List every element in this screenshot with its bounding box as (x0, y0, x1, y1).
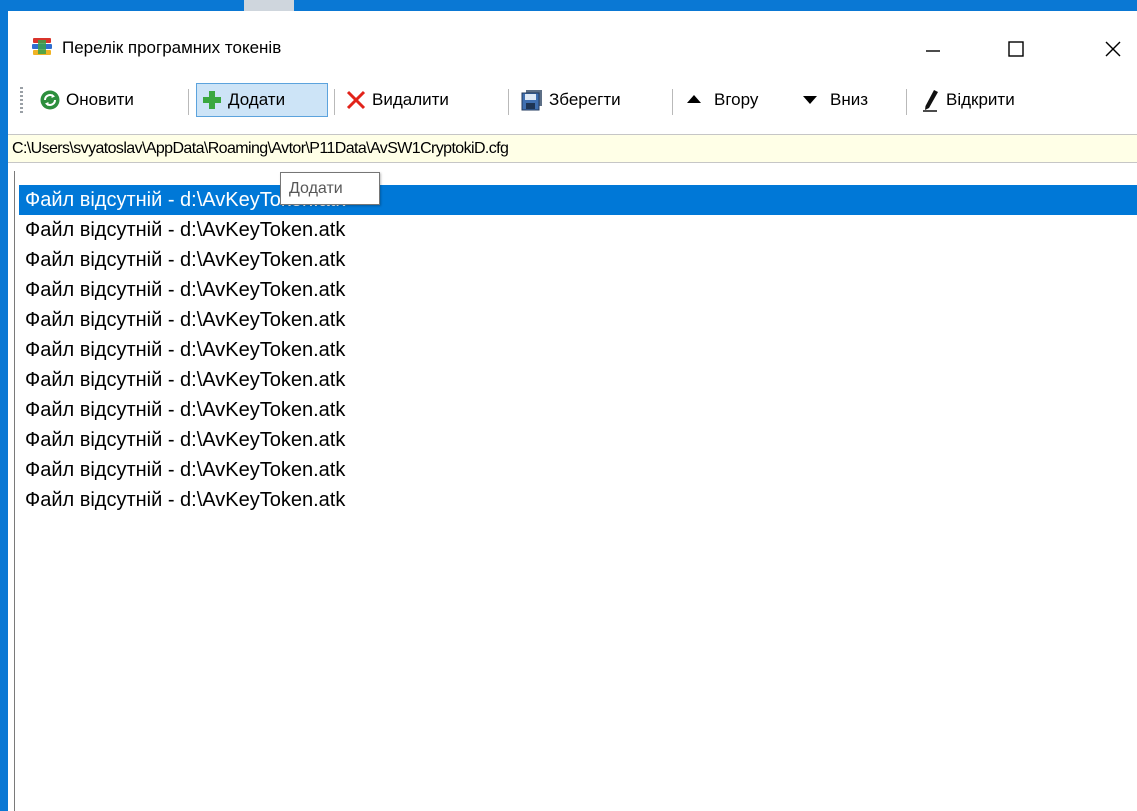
list-item[interactable]: Файл відсутній - d:\AvKeyToken.atk (19, 275, 1137, 305)
open-button[interactable]: Відкрити (916, 83, 1058, 117)
title-bar[interactable]: Перелік програмних токенів (8, 11, 1137, 73)
save-label: Зберегти (549, 90, 621, 109)
list-item[interactable]: Файл відсутній - d:\AvKeyToken.atk (19, 455, 1137, 485)
list-item[interactable]: Файл відсутній - d:\AvKeyToken.atk (19, 305, 1137, 335)
background-window-edge (244, 0, 294, 11)
delete-x-icon (346, 90, 366, 110)
toolbar-separator (906, 89, 907, 115)
plus-icon (203, 91, 221, 109)
toolbar-grip[interactable] (20, 87, 23, 115)
toolbar-separator (508, 89, 509, 115)
minimize-icon (926, 50, 940, 52)
toolbar-separator (334, 89, 335, 115)
refresh-label: Оновити (66, 90, 134, 109)
desktop-background (0, 0, 1137, 11)
token-list-window: Перелік програмних токенів Оновити Додат… (8, 11, 1137, 811)
refresh-icon (40, 90, 60, 110)
open-label: Відкрити (946, 90, 1015, 109)
pen-icon (923, 90, 938, 112)
save-disk-icon (521, 90, 542, 111)
toolbar-separator (672, 89, 673, 115)
arrow-down-icon (803, 96, 817, 104)
config-path-bar: C:\Users\svyatoslav\AppData\Roaming\Avto… (8, 134, 1137, 163)
list-item[interactable]: Файл відсутній - d:\AvKeyToken.atk (19, 215, 1137, 245)
list-item[interactable]: Файл відсутній - d:\AvKeyToken.atk (19, 425, 1137, 455)
token-list[interactable]: Файл відсутній - d:\AvKeyToken.atk Файл … (14, 171, 1137, 811)
maximize-icon (1008, 41, 1024, 57)
toolbar-separator (188, 89, 189, 115)
add-label: Додати (228, 90, 286, 109)
move-up-label: Вгору (714, 90, 759, 109)
list-item[interactable]: Файл відсутній - d:\AvKeyToken.atk (19, 365, 1137, 395)
list-item[interactable]: Файл відсутній - d:\AvKeyToken.atk (19, 395, 1137, 425)
save-button[interactable]: Зберегти (515, 83, 667, 117)
delete-button[interactable]: Видалити (340, 83, 502, 117)
app-tokens-icon (32, 38, 52, 55)
delete-label: Видалити (372, 90, 449, 109)
close-icon (1105, 41, 1121, 57)
move-down-button[interactable]: Вниз (796, 83, 888, 117)
refresh-button[interactable]: Оновити (34, 83, 184, 117)
toolbar: Оновити Додати Видалити Зберегти Вгору В… (8, 73, 1137, 127)
config-path: C:\Users\svyatoslav\AppData\Roaming\Avto… (12, 140, 509, 157)
list-item[interactable]: Файл відсутній - d:\AvKeyToken.atk (19, 245, 1137, 275)
move-down-label: Вниз (830, 90, 869, 109)
move-up-button[interactable]: Вгору (680, 83, 792, 117)
minimize-button[interactable] (903, 25, 963, 73)
arrow-up-icon (687, 95, 701, 103)
add-tooltip: Додати (280, 172, 380, 205)
list-item[interactable]: Файл відсутній - d:\AvKeyToken.atk (19, 185, 1137, 215)
maximize-button[interactable] (986, 25, 1046, 73)
add-button[interactable]: Додати (196, 83, 328, 117)
list-item[interactable]: Файл відсутній - d:\AvKeyToken.atk (19, 335, 1137, 365)
list-item[interactable]: Файл відсутній - d:\AvKeyToken.atk (19, 485, 1137, 515)
close-button[interactable] (1083, 25, 1137, 73)
desktop-left-edge (0, 11, 8, 811)
window-title: Перелік програмних токенів (62, 38, 282, 57)
